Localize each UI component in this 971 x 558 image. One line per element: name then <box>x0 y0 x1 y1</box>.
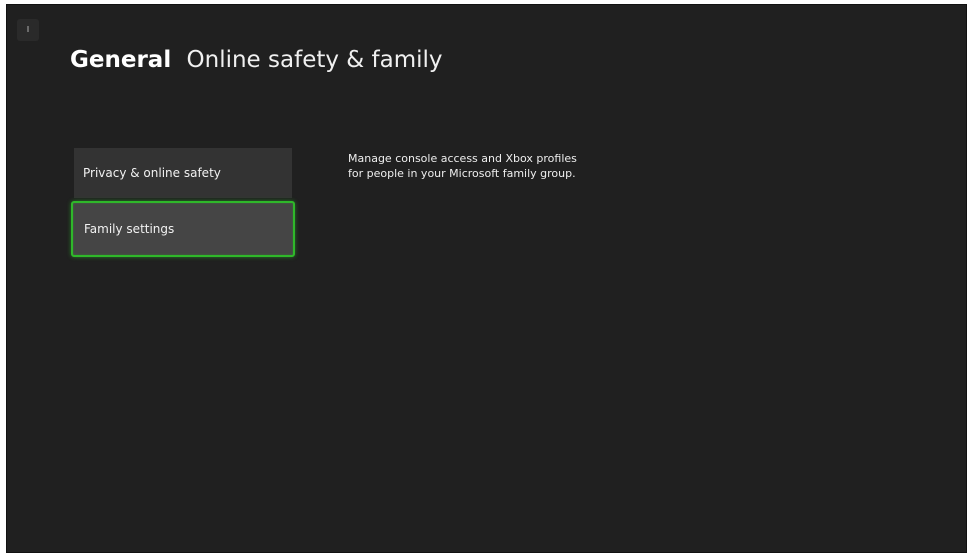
settings-screen: General Online safety & family Privacy &… <box>6 4 967 553</box>
menu-item-family-settings[interactable]: Family settings <box>71 201 295 257</box>
menu-item-label: Family settings <box>84 222 175 236</box>
header-page-title: Online safety & family <box>186 47 443 73</box>
guide-tab-icon[interactable] <box>17 19 39 41</box>
menu-item-label: Privacy & online safety <box>83 166 221 180</box>
menu-item-privacy-online-safety[interactable]: Privacy & online safety <box>74 148 292 198</box>
page-header: General Online safety & family <box>70 45 443 75</box>
header-section-title: General <box>70 47 172 73</box>
item-description: Manage console access and Xbox profiles … <box>348 152 577 180</box>
